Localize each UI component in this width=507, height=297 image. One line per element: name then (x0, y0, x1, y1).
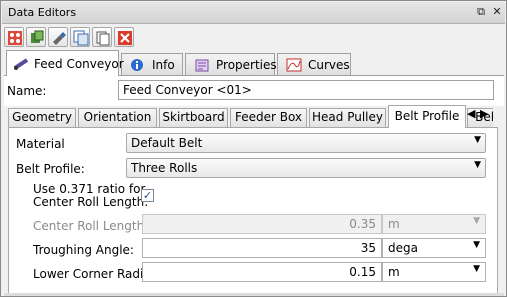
lower-corner-radius-unit: m (388, 265, 400, 279)
delete-button[interactable] (114, 27, 134, 47)
troughing-angle-input[interactable]: 35 (142, 238, 382, 258)
tab-curves[interactable]: Curves (277, 53, 351, 75)
chevron-down-icon: ▼ (473, 240, 480, 250)
properties-icon (195, 59, 209, 72)
scroll-right-icon[interactable]: ▶ (480, 107, 488, 121)
delete-icon (118, 31, 132, 45)
restore-icon[interactable]: ⧉ (474, 5, 488, 19)
chevron-down-icon: ▼ (473, 264, 480, 274)
brush-icon (53, 32, 66, 45)
scroll-left-icon[interactable]: ◀ (467, 107, 475, 121)
title-bar: Data Editors ⧉ ✕ (2, 2, 505, 24)
ratio-checkbox[interactable]: ✓ (141, 189, 154, 202)
troughing-angle-label: Troughing Angle: (33, 243, 134, 257)
subtab-feeder-box[interactable]: Feeder Box (230, 108, 307, 127)
ratio-label-line1: Use 0.371 ratio for (33, 182, 146, 196)
tab-label: Curves (308, 58, 350, 72)
network-icon (8, 31, 22, 45)
tab-info[interactable]: Info (121, 53, 183, 75)
name-input[interactable]: Feed Conveyor <01> (118, 80, 494, 100)
tab-properties[interactable]: Properties (185, 53, 277, 75)
close-icon[interactable]: ✕ (490, 5, 504, 19)
subtab-orientation[interactable]: Orientation (78, 108, 157, 127)
subtab-head-pulley[interactable]: Head Pulley (309, 108, 386, 127)
material-select[interactable]: Default Belt ▼ (126, 133, 486, 153)
belt-profile-label: Belt Profile: (16, 162, 85, 176)
name-label: Name: (7, 84, 47, 98)
info-icon (131, 59, 143, 71)
tab-scroll-arrows: ◀ ▶ (467, 106, 493, 126)
center-roll-unit: m (388, 217, 400, 231)
chevron-down-icon: ▼ (473, 216, 480, 226)
duplicate-icon (73, 30, 89, 46)
tab-label: Info (152, 58, 175, 72)
lower-corner-radius-input[interactable]: 0.15 (142, 262, 382, 282)
copy-object-button[interactable] (26, 27, 46, 47)
material-label: Material (16, 137, 65, 151)
panel-bottom-edge (4, 293, 504, 296)
lower-corner-radius-unit-select[interactable]: m ▼ (382, 262, 486, 282)
ratio-label-line2: Center Roll Length: (33, 195, 149, 209)
curves-icon (286, 58, 302, 72)
add-object-button[interactable] (4, 27, 24, 47)
cube-icon (31, 30, 44, 43)
chevron-down-icon: ▼ (474, 135, 481, 145)
belt-profile-select[interactable]: Three Rolls ▼ (126, 158, 486, 178)
tab-label: Feed Conveyor (34, 57, 124, 71)
chevron-down-icon: ▼ (474, 160, 481, 170)
center-roll-input: 0.35 (142, 214, 382, 234)
subtab-belt-profile[interactable]: Belt Profile (388, 105, 466, 128)
belt-profile-value: Three Rolls (131, 161, 198, 175)
data-editors-panel: Data Editors ⧉ ✕ Feed Conveyor Info Prop… (0, 0, 507, 297)
tab-label: Properties (216, 58, 277, 72)
material-value: Default Belt (131, 136, 203, 150)
tab-feed-conveyor[interactable]: Feed Conveyor (6, 50, 124, 76)
panel-title: Data Editors (8, 6, 77, 19)
subtab-geometry[interactable]: Geometry (8, 108, 76, 127)
troughing-angle-unit-select[interactable]: dega ▼ (382, 238, 486, 258)
copy-icon (96, 31, 110, 46)
center-roll-label: Center Roll Length: (33, 219, 149, 233)
center-roll-unit-select: m ▼ (382, 214, 486, 234)
duplicate-object-button[interactable] (70, 27, 90, 47)
subtab-skirtboard[interactable]: Skirtboard (159, 108, 228, 127)
conveyor-icon (14, 58, 29, 70)
copy-page-button[interactable] (92, 27, 112, 47)
paint-object-button[interactable] (48, 27, 68, 47)
troughing-angle-unit: dega (388, 241, 418, 255)
